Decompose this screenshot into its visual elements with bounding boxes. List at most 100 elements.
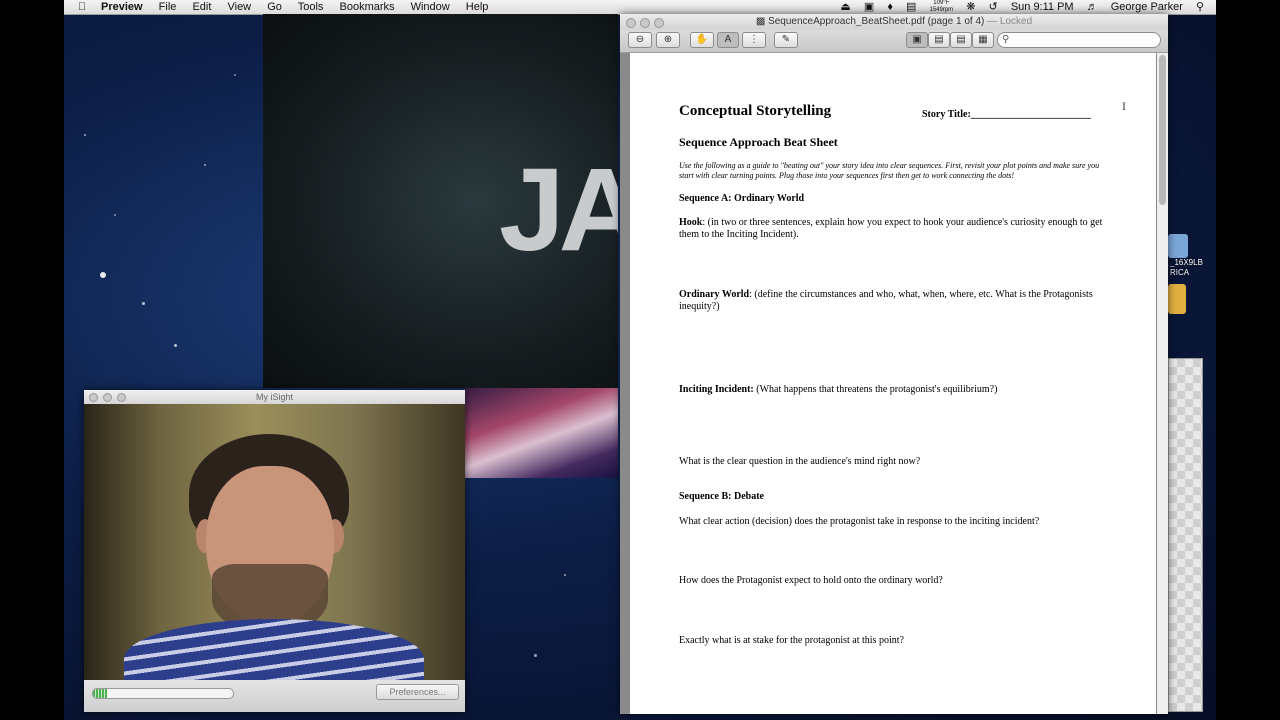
menu-edit[interactable]: Edit: [192, 1, 211, 13]
select-tool-button[interactable]: ⋮: [742, 32, 766, 48]
star: [174, 344, 177, 347]
sequence-a-heading: Sequence A: Ordinary World: [679, 193, 805, 204]
star: [234, 74, 236, 76]
menu-bookmarks[interactable]: Bookmarks: [340, 1, 395, 13]
menu-file[interactable]: File: [159, 1, 177, 13]
question-1: What is the clear question in the audien…: [679, 456, 921, 467]
question-3: How does the Protagonist expect to hold …: [679, 575, 943, 586]
desktop-folder-icon[interactable]: [1168, 284, 1186, 314]
menu-bar:  Preview File Edit View Go Tools Bookma…: [64, 0, 1216, 15]
temp-value: 109°F: [933, 0, 950, 6]
hook-text: : (in two or three sentences, explain ho…: [679, 217, 1103, 240]
right-black-bar: [1216, 0, 1280, 720]
isight-title-bar[interactable]: My iSight: [84, 390, 465, 404]
move-tool-button[interactable]: ✋: [690, 32, 714, 48]
star: [204, 164, 206, 166]
view-single-button[interactable]: ▣: [906, 32, 928, 48]
text-select-icon: A: [724, 34, 732, 45]
minimize-button[interactable]: [640, 18, 650, 28]
fan-value: 1549rpm: [929, 7, 954, 13]
question-2: What clear action (decision) does the pr…: [679, 516, 1040, 527]
locked-label: — Locked: [987, 16, 1033, 27]
hook-paragraph: Hook: (in two or three sentences, explai…: [679, 217, 1109, 241]
menu-help[interactable]: Help: [466, 1, 489, 13]
story-title-field: Story Title:________________________: [922, 109, 1091, 120]
spotlight-search-icon[interactable]: ⚲: [1196, 1, 1204, 13]
menu-tools[interactable]: Tools: [298, 1, 324, 13]
page-subheading: Sequence Approach Beat Sheet: [679, 135, 838, 149]
desktop-file-label-2: RICA: [1170, 268, 1190, 277]
menu-go[interactable]: Go: [267, 1, 282, 13]
isight-window[interactable]: My iSight Preferences...: [84, 390, 465, 712]
marquee-icon: ⋮: [749, 34, 759, 45]
pdf-page: Conceptual Storytelling Story Title:____…: [630, 53, 1156, 714]
contact-sheet-icon: ▦: [978, 34, 988, 45]
temperature-monitor[interactable]: 109°F 1549rpm: [930, 0, 954, 14]
close-button[interactable]: [626, 18, 636, 28]
isight-close-button[interactable]: [89, 393, 98, 402]
video-window: JA: [263, 14, 618, 388]
volume-icon[interactable]: ♬: [1087, 1, 1098, 13]
text-cursor-icon: I: [1122, 99, 1126, 113]
zoom-out-button[interactable]: ⊖: [628, 32, 652, 48]
zoom-out-icon: ⊖: [635, 34, 645, 45]
menu-window[interactable]: Window: [411, 1, 450, 13]
clipboard-icon[interactable]: ▤: [906, 1, 916, 13]
audio-level-meter: [92, 688, 234, 699]
window-title: SequenceApproach_BeatSheet.pdf (page 1 o…: [768, 16, 985, 27]
zoom-in-button[interactable]: ⊕: [656, 32, 680, 48]
pdf-title-bar[interactable]: ▩ SequenceApproach_BeatSheet.pdf (page 1…: [620, 14, 1168, 30]
preferences-button[interactable]: Preferences...: [376, 684, 459, 700]
hand-icon: ✋: [695, 34, 709, 45]
person-shirt: [124, 619, 424, 680]
view-single-icon: ▣: [912, 34, 922, 45]
ordinary-world-label: Ordinary World: [679, 289, 750, 300]
apple-menu-icon[interactable]: : [78, 0, 86, 14]
clock[interactable]: Sun 9:11 PM: [1011, 1, 1074, 13]
view-contact-sheet-button[interactable]: ▦: [972, 32, 994, 48]
eject-icon[interactable]: ⏏: [840, 1, 850, 13]
annotate-button[interactable]: ✎: [774, 32, 798, 48]
pdf-document-icon: ▩: [755, 16, 769, 27]
video-title-letters: JA: [499, 144, 618, 276]
background-transparent-window: [1168, 358, 1203, 712]
camera-icon[interactable]: ▣: [864, 1, 874, 13]
isight-zoom-button[interactable]: [117, 393, 126, 402]
ordinary-world-paragraph: Ordinary World: (define the circumstance…: [679, 289, 1109, 313]
paw-icon[interactable]: ❋: [966, 1, 975, 13]
star: [114, 214, 116, 216]
desktop-file-icon[interactable]: [1168, 234, 1188, 258]
hook-label: Hook: [679, 217, 703, 228]
left-black-bar: [0, 0, 64, 720]
star: [84, 134, 86, 136]
isight-minimize-button[interactable]: [103, 393, 112, 402]
webcam-video: [84, 404, 465, 680]
time-machine-icon[interactable]: ↺: [989, 1, 998, 13]
question-4: Exactly what is at stake for the protago…: [679, 635, 904, 646]
vertical-scrollbar[interactable]: [1157, 53, 1168, 714]
view-thumbnails-icon: ▤: [934, 34, 944, 45]
preview-pdf-window[interactable]: ▩ SequenceApproach_BeatSheet.pdf (page 1…: [620, 14, 1168, 714]
zoom-in-icon: ⊕: [663, 34, 673, 45]
galaxy-wallpaper: [465, 388, 618, 478]
page-heading: Conceptual Storytelling: [679, 103, 832, 119]
star: [534, 654, 537, 657]
star: [100, 272, 106, 278]
view-toc-icon: ▤: [956, 34, 966, 45]
menu-app-preview[interactable]: Preview: [101, 1, 143, 13]
menu-view[interactable]: View: [227, 1, 251, 13]
view-table-of-contents-button[interactable]: ▤: [950, 32, 972, 48]
inciting-incident-paragraph: Inciting Incident: (What happens that th…: [679, 384, 1109, 396]
dropbox-icon[interactable]: ♦: [887, 1, 893, 13]
user-name[interactable]: George Parker: [1111, 1, 1183, 13]
star: [564, 574, 566, 576]
search-icon: ⚲: [1002, 34, 1010, 45]
view-thumbnails-button[interactable]: ▤: [928, 32, 950, 48]
pdf-scroll-area[interactable]: Conceptual Storytelling Story Title:____…: [620, 53, 1168, 714]
scroll-thumb[interactable]: [1159, 55, 1166, 205]
zoom-button[interactable]: [654, 18, 664, 28]
search-input[interactable]: ⚲: [997, 32, 1161, 48]
sequence-b-heading: Sequence B: Debate: [679, 491, 764, 502]
audio-level-fill: [93, 689, 107, 698]
text-tool-button[interactable]: A: [717, 32, 739, 48]
